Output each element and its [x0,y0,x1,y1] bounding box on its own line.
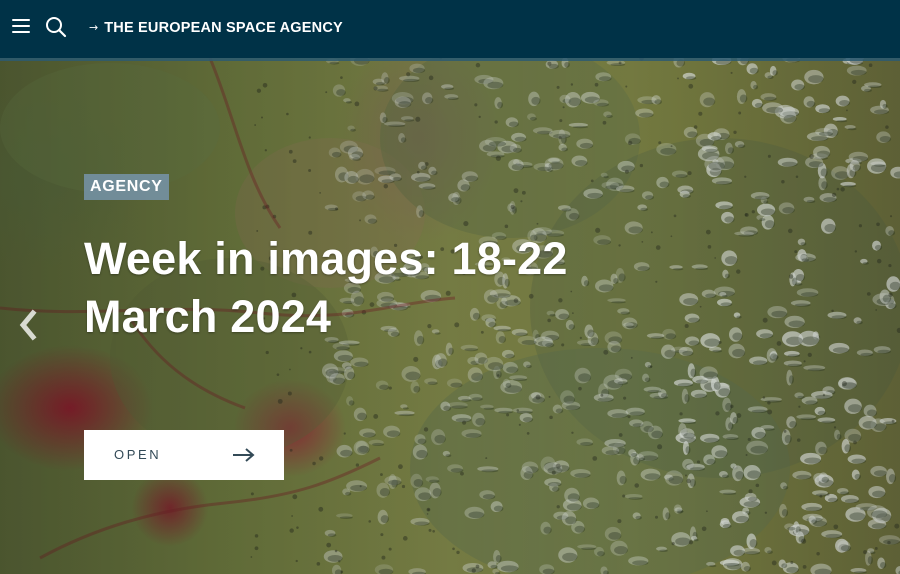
open-button[interactable]: OPEN [84,430,284,480]
page: → THE EUROPEAN SPACE AGENCY AGENCY Week … [0,0,900,574]
category-badge: AGENCY [84,174,169,200]
top-navigation-bar: → THE EUROPEAN SPACE AGENCY [0,0,900,61]
chevron-left-icon[interactable] [15,308,41,342]
hero-banner: AGENCY Week in images: 18-22 March 2024 … [0,58,900,574]
menu-icon[interactable] [12,18,30,34]
agency-home-link[interactable]: → THE EUROPEAN SPACE AGENCY [89,18,343,38]
arrow-right-icon [233,448,255,462]
open-button-label: OPEN [114,447,162,462]
agency-title: THE EUROPEAN SPACE AGENCY [104,20,343,36]
search-icon[interactable] [45,16,67,38]
hero-title: Week in images: 18-22 March 2024 [84,233,568,342]
arrow-right-icon: → [89,20,99,34]
